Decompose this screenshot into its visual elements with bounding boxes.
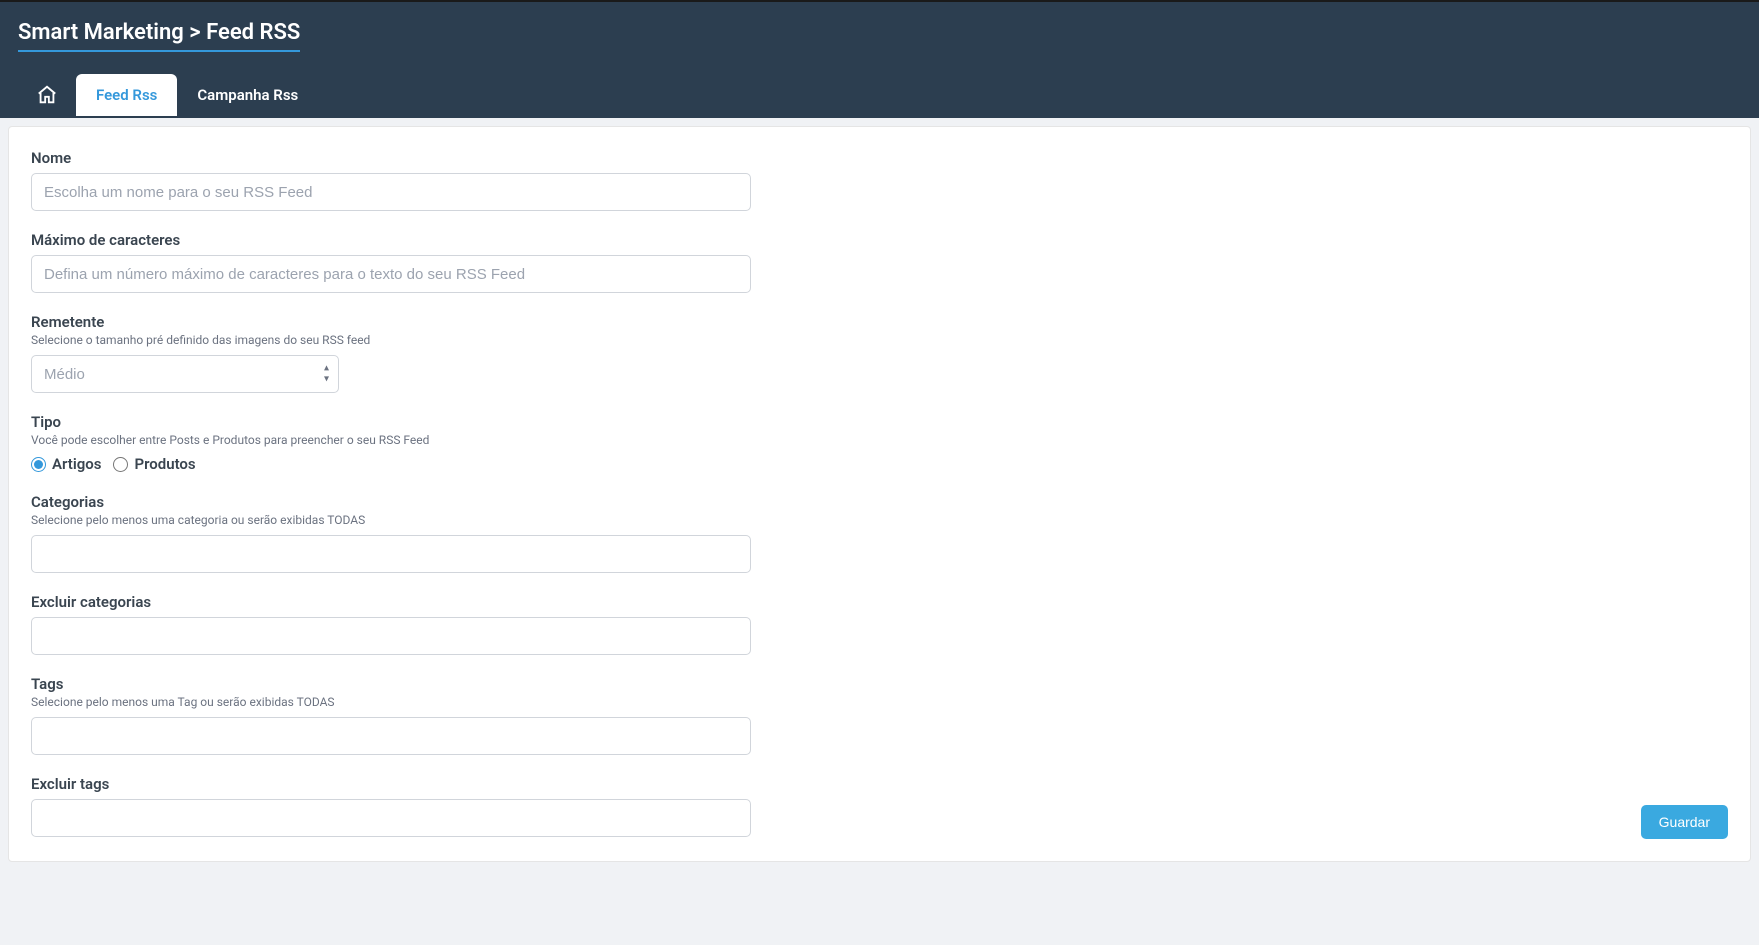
radio-produtos[interactable]: Produtos: [113, 455, 195, 473]
form-group-categorias: Categorias Selecione pelo menos uma cate…: [31, 493, 1728, 573]
tipo-label: Tipo: [31, 413, 1728, 431]
form-group-tipo: Tipo Você pode escolher entre Posts e Pr…: [31, 413, 1728, 473]
form-group-excluir-categorias: Excluir categorias: [31, 593, 1728, 655]
form-group-remetente: Remetente Selecione o tamanho pré defini…: [31, 313, 1728, 393]
radio-artigos-label: Artigos: [52, 455, 101, 473]
tab-feed-rss[interactable]: Feed Rss: [76, 74, 177, 116]
page-title: Smart Marketing > Feed RSS: [18, 20, 300, 52]
radio-artigos-input[interactable]: [31, 457, 46, 472]
radio-produtos-input[interactable]: [113, 457, 128, 472]
max-chars-label: Máximo de caracteres: [31, 231, 1728, 249]
home-icon[interactable]: [18, 72, 76, 118]
tipo-hint: Você pode escolher entre Posts e Produto…: [31, 433, 1728, 447]
remetente-select[interactable]: Médio: [31, 355, 339, 393]
categorias-input[interactable]: [31, 535, 751, 573]
categorias-label: Categorias: [31, 493, 1728, 511]
excluir-categorias-label: Excluir categorias: [31, 593, 1728, 611]
tags-label: Tags: [31, 675, 1728, 693]
tags-hint: Selecione pelo menos uma Tag ou serão ex…: [31, 695, 1728, 709]
form-group-nome: Nome: [31, 149, 1728, 211]
remetente-label: Remetente: [31, 313, 1728, 331]
header: Smart Marketing > Feed RSS Feed Rss Camp…: [0, 2, 1759, 118]
tipo-radio-group: Artigos Produtos: [31, 455, 1728, 473]
content-wrapper: Nome Máximo de caracteres Remetente Sele…: [0, 118, 1759, 870]
tags-input[interactable]: [31, 717, 751, 755]
content-panel: Nome Máximo de caracteres Remetente Sele…: [8, 126, 1751, 862]
nome-label: Nome: [31, 149, 1728, 167]
radio-produtos-label: Produtos: [134, 455, 195, 473]
excluir-tags-label: Excluir tags: [31, 775, 1728, 793]
excluir-categorias-input[interactable]: [31, 617, 751, 655]
form-group-tags: Tags Selecione pelo menos uma Tag ou ser…: [31, 675, 1728, 755]
max-chars-input[interactable]: [31, 255, 751, 293]
remetente-hint: Selecione o tamanho pré definido das ima…: [31, 333, 1728, 347]
remetente-select-wrapper: Médio ▴▾: [31, 355, 339, 393]
footer-row: Guardar: [31, 801, 1728, 839]
radio-artigos[interactable]: Artigos: [31, 455, 101, 473]
tabs-row: Feed Rss Campanha Rss: [18, 72, 1741, 118]
tab-campanha-rss[interactable]: Campanha Rss: [177, 74, 318, 116]
categorias-hint: Selecione pelo menos uma categoria ou se…: [31, 513, 1728, 527]
form-group-max-chars: Máximo de caracteres: [31, 231, 1728, 293]
nome-input[interactable]: [31, 173, 751, 211]
save-button[interactable]: Guardar: [1641, 805, 1728, 839]
